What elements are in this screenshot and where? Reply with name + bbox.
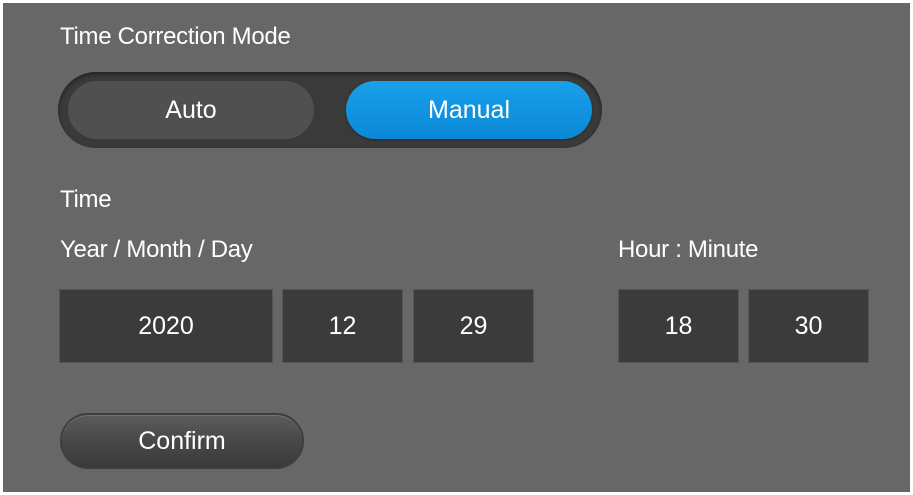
month-field[interactable]: 12 [282,289,403,363]
mode-auto-button[interactable]: Auto [68,81,314,139]
clock-label: Hour : Minute [618,236,759,263]
confirm-button[interactable]: Confirm [60,413,304,469]
mode-auto-label: Auto [165,95,217,124]
time-settings-panel: Time Correction Mode Auto Manual Time Ye… [3,3,910,492]
time-correction-mode-toggle: Auto Manual [58,72,602,148]
mode-title: Time Correction Mode [60,23,291,50]
day-field[interactable]: 29 [413,289,534,363]
mode-manual-label: Manual [428,95,510,124]
mode-manual-button[interactable]: Manual [346,81,592,139]
year-field[interactable]: 2020 [59,289,273,363]
confirm-label: Confirm [138,426,226,455]
time-section-title: Time [60,186,112,213]
minute-field[interactable]: 30 [748,289,869,363]
date-label: Year / Month / Day [60,236,253,263]
hour-field[interactable]: 18 [618,289,739,363]
